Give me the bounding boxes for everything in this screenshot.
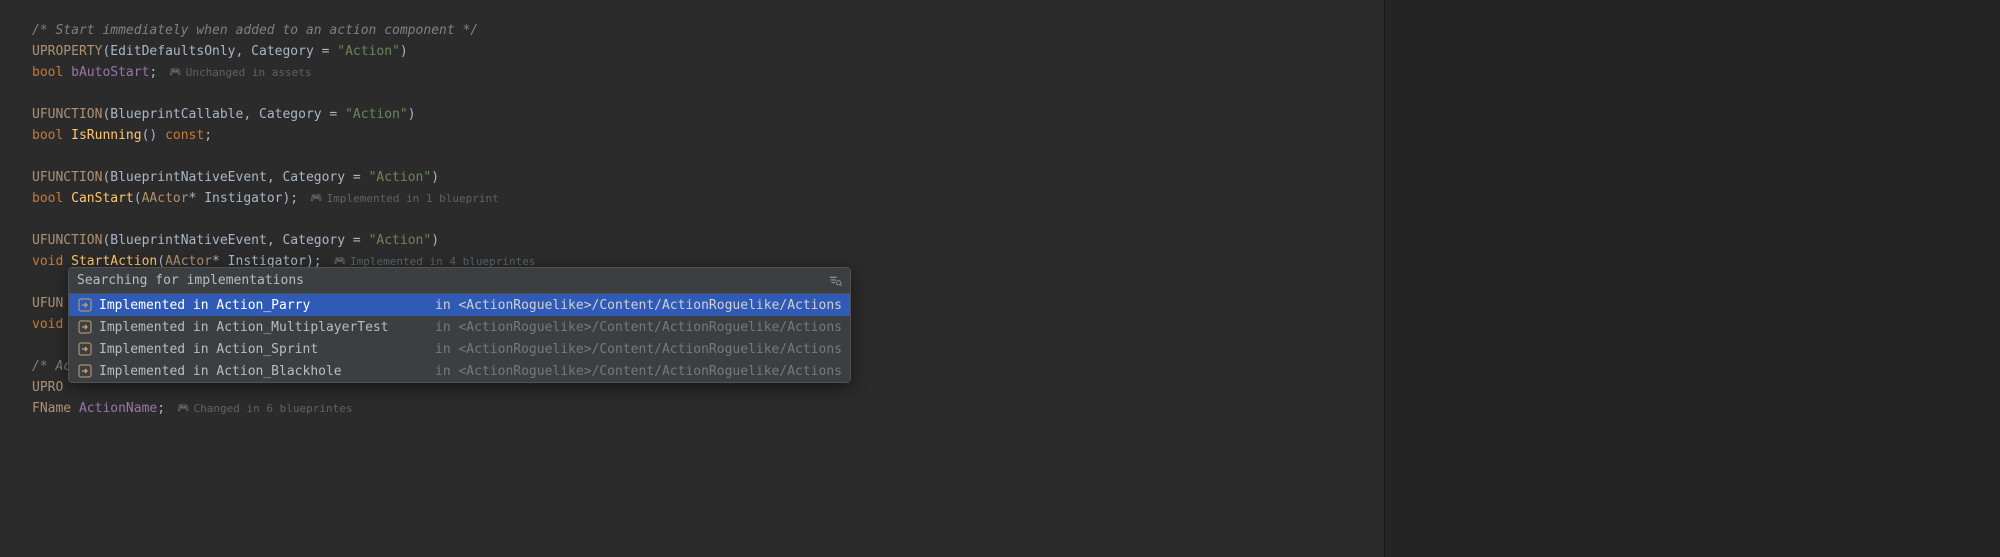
gamepad-icon: 🎮 [169,62,181,83]
implement-icon [77,319,93,335]
popup-item[interactable]: Implemented in Action_MultiplayerTest in… [69,316,850,338]
right-panel [1384,0,2000,557]
popup-item-name: Implemented in Action_Sprint [99,342,318,357]
popup-item[interactable]: Implemented in Action_Sprint in <ActionR… [69,338,850,360]
implement-icon [77,341,93,357]
popup-item-path: in <ActionRoguelike>/Content/ActionRogue… [435,342,842,357]
popup-item-name: Implemented in Action_Blackhole [99,364,342,379]
popup-item-path: in <ActionRoguelike>/Content/ActionRogue… [435,364,842,379]
popup-item[interactable]: Implemented in Action_Parry in <ActionRo… [69,294,850,316]
popup-list: Implemented in Action_Parry in <ActionRo… [69,294,850,382]
popup-header: Searching for implementations [69,268,850,294]
inlay-hint[interactable]: 🎮Unchanged in assets [169,62,311,83]
filter-icon[interactable] [828,274,842,288]
implementations-popup[interactable]: Searching for implementations Implemente… [68,267,851,383]
popup-item-name: Implemented in Action_MultiplayerTest [99,320,389,335]
popup-item-name: Implemented in Action_Parry [99,298,310,313]
macro: UPROPERTY [32,41,102,62]
popup-item-path: in <ActionRoguelike>/Content/ActionRogue… [435,298,842,313]
popup-search-label: Searching for implementations [77,273,304,288]
inlay-hint[interactable]: 🎮Implemented in 1 blueprint [310,188,499,209]
implement-icon [77,297,93,313]
gamepad-icon: 🎮 [310,188,322,209]
inlay-hint[interactable]: 🎮Changed in 6 blueprintes [177,398,352,419]
popup-item[interactable]: Implemented in Action_Blackhole in <Acti… [69,360,850,382]
implement-icon [77,363,93,379]
popup-item-path: in <ActionRoguelike>/Content/ActionRogue… [435,320,842,335]
gamepad-icon: 🎮 [177,398,189,419]
comment: /* Start immediately when added to an ac… [32,20,478,41]
